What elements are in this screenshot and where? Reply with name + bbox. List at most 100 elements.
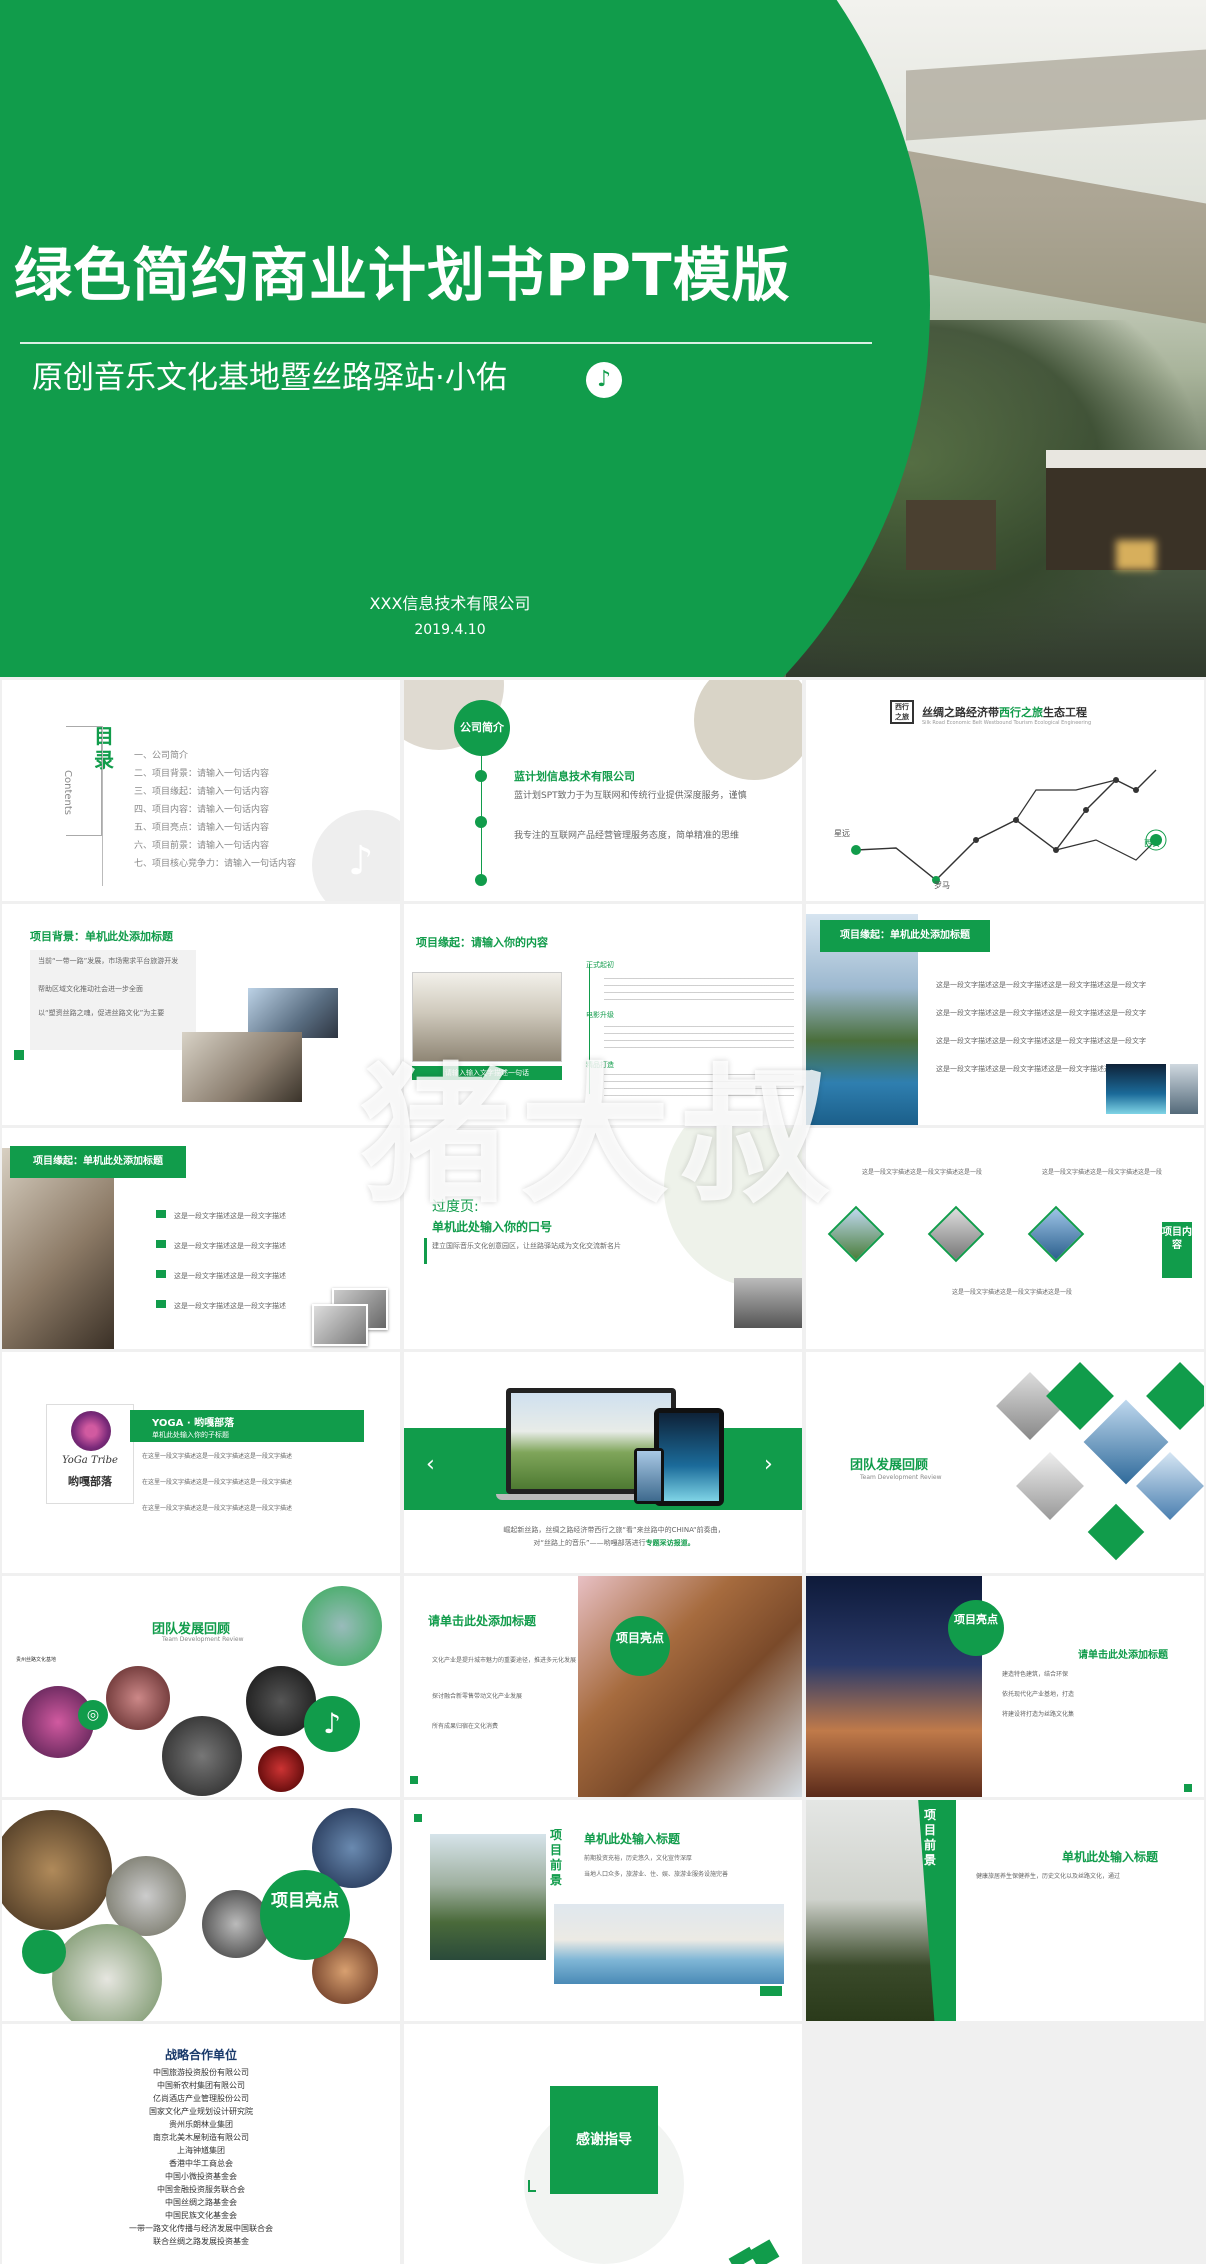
slide-project-background[interactable]: 项目背景：单机此处添加标题 当前“一带一路”发展，市场需求平台旅游开发 帮助区域…	[2, 904, 400, 1125]
slide-prospect-1[interactable]: 项目前景 单机此处输入标题 前期投资充裕，历史悠久，文化宣传深厚 当地人口众多，…	[404, 1800, 802, 2021]
partner-item: 贵州乐朗林业集团	[169, 2120, 233, 2129]
side-label: 项目前景	[924, 1808, 937, 1867]
slide-title: 项目缘起：单机此处添加标题	[10, 1146, 186, 1178]
tablet-mockup	[654, 1408, 724, 1506]
note: 这是一段文字描述这是一段文字描述这是一段	[862, 1169, 983, 1176]
slide-prospect-2[interactable]: 项目前景 单机此处输入标题 健康旅居养生保健养生，历史文化以及丝路文化，通过	[806, 1800, 1204, 2021]
slide-title: 单机此处输入标题	[584, 1832, 681, 1846]
partner-item: 香港中华工商总会	[169, 2159, 233, 2168]
slide-team-review-diamonds[interactable]: 团队发展回顾 Team Development Review	[806, 1352, 1204, 1573]
note: 这是一段文字描述这是一段文字描述这是一段	[1042, 1169, 1163, 1176]
slide-transition[interactable]: 过度页: 单机此处输入你的口号 建立国际音乐文化创意园区，让丝路驿站成为文化交流…	[404, 1128, 802, 1349]
list-row: 这是一段文字描述这是一段文字描述	[174, 1212, 286, 1220]
paragraph: 在这里一段文字描述这是一段文字描述这是一段文字描述	[142, 1505, 293, 1512]
contents-item[interactable]: 五、项目亮点：请输入一句话内容	[134, 820, 269, 833]
diamond-shape	[1087, 1503, 1145, 1561]
partner-item: 上海钟馗集团	[177, 2146, 225, 2155]
diamond-photo	[827, 1205, 885, 1263]
contents-item[interactable]: 四、项目内容：请输入一句话内容	[134, 802, 269, 815]
timeline-label: 电影升级	[586, 1011, 614, 1019]
partner-item: 中国金融投资服务联合会	[157, 2185, 245, 2194]
partner-item: 中国旅游投资股份有限公司	[153, 2068, 249, 2077]
prev-arrow-icon[interactable]: ‹	[426, 1452, 435, 1477]
slide-subtitle: Team Development Review	[860, 1474, 942, 1481]
section-badge: 公司简介	[454, 700, 510, 756]
phone-mockup	[634, 1448, 664, 1504]
slide-highlight-3[interactable]: 项目亮点	[2, 1800, 400, 2021]
paragraph: 在这里一段文字描述这是一段文字描述这是一段文字描述	[142, 1453, 293, 1460]
green-circle-shape	[0, 0, 930, 677]
diamond-photo	[927, 1205, 985, 1263]
contents-item[interactable]: 三、项目缘起：请输入一句话内容	[134, 784, 269, 797]
thumbnail	[312, 1304, 368, 1346]
title-slide[interactable]: 绿色简约商业计划书PPT模版 原创音乐文化基地暨丝路驿站·小佑 ♪ XXX信息技…	[0, 0, 1206, 677]
interior-photo	[182, 1032, 302, 1102]
slide-project-origin[interactable]: 项目缘起：请输入你的内容 请输入输入文字描述一句话 正式起初 电影升级 精品打造	[404, 904, 802, 1125]
partner-item: 亿尚酒店产业管理股份公司	[153, 2094, 249, 2103]
slide-thanks[interactable]: 感谢指导	[404, 2024, 802, 2264]
kicker: 过度页:	[432, 1199, 479, 1215]
intro-paragraph: 蓝计划SPT致力于为互联网和传统行业提供深度服务，谨慎	[514, 791, 747, 801]
bullet: 当地人口众多，旅游业、住、娱、旅游业服务设施完善	[584, 1871, 729, 1878]
paragraph: 在这里一段文字描述这是一段文字描述这是一段文字描述	[142, 1479, 293, 1486]
music-note-icon: ♪	[304, 1696, 360, 1752]
diamond-photo	[996, 1372, 1064, 1440]
partner-item: 联合丝绸之路发展投资基金	[153, 2237, 249, 2246]
contents-item[interactable]: 一、公司简介	[134, 748, 188, 761]
partner-item: 国家文化产业规划设计研究院	[149, 2107, 253, 2116]
list-row: 这是一段文字描述这是一段文字描述	[174, 1242, 286, 1250]
slide-title: 团队发展回顾	[850, 1458, 929, 1473]
caption-line: 对“丝路上的音乐”——哟嘎部落进行	[533, 1539, 646, 1547]
next-arrow-icon[interactable]: ›	[764, 1452, 773, 1477]
contents-item[interactable]: 七、项目核心竞争力：请输入一句话内容	[134, 856, 296, 869]
music-note-icon: ♪	[586, 362, 622, 398]
slide-origin-list[interactable]: 项目缘起：单机此处添加标题 这是一段文字描述这是一段文字描述 这是一段文字描述这…	[2, 1128, 400, 1349]
map-label: 星远	[834, 829, 850, 838]
company-title: 蓝计划信息技术有限公司	[514, 770, 635, 783]
partner-item: 中国民族文化基金会	[165, 2211, 237, 2220]
slide-yoga-tribe[interactable]: YoGa Tribe 哟嘎部落 YOGA · 哟嘎部落 单机此处输入你的子标题 …	[2, 1352, 400, 1573]
highlight-badge: 项目亮点	[610, 1616, 670, 1676]
route-title-accent: 西行之旅	[999, 706, 1043, 719]
divider	[20, 342, 872, 344]
contents-item[interactable]: 六、项目前景：请输入一句话内容	[134, 838, 269, 851]
route-map	[851, 769, 1167, 884]
logo-label: 贵州丝路文化基地	[16, 1657, 57, 1663]
empty-slot	[806, 2024, 1204, 2264]
slide-title: 战略合作单位	[164, 2048, 237, 2062]
music-note-icon: ♪	[312, 810, 400, 901]
route-logo: 西行之旅	[890, 700, 914, 724]
list-row: 这是一段文字描述这是一段文字描述	[174, 1302, 286, 1310]
partner-item: 一带一路文化传播与经济发展中国联合会	[129, 2224, 273, 2233]
slide-highlight-1[interactable]: 请单击此处添加标题 文化产业是提升城市魅力的重要途径，推进多元化发展 探讨融合新…	[404, 1576, 802, 1797]
side-label: 项目内容	[1162, 1222, 1192, 1278]
route-title-suffix: 生态工程	[1043, 706, 1087, 719]
slide-origin-detail[interactable]: 项目缘起：单机此处添加标题 这是一段文字描述这是一段文字描述这是一段文字描述这是…	[806, 904, 1204, 1125]
contents-item[interactable]: 二、项目背景：请输入一句话内容	[134, 766, 269, 779]
slide-project-content[interactable]: 这是一段文字描述这是一段文字描述这是一段 这是一段文字描述这是一段文字描述这是一…	[806, 1128, 1204, 1349]
paragraph: 健康旅居养生保健养生，历史文化以及丝路文化，通过	[976, 1873, 1121, 1880]
slide-title: 项目缘起：请输入你的内容	[416, 936, 548, 949]
company-name: XXX信息技术有限公司	[369, 594, 531, 613]
map-label: 西安	[1144, 839, 1160, 848]
note: 这是一段文字描述这是一段文字描述这是一段	[952, 1289, 1073, 1296]
diamond-photo	[1027, 1205, 1085, 1263]
bullet: 建造特色建筑，结合环保	[1002, 1671, 1069, 1678]
slide-highlight-2[interactable]: 项目亮点 请单击此处添加标题 建造特色建筑，结合环保 依托现代化产业基地，打造 …	[806, 1576, 1204, 1797]
building-photo	[734, 1278, 802, 1328]
paragraph: 这是一段文字描述这是一段文字描述这是一段文字描述这是一段文字	[936, 981, 1146, 989]
office-photo	[2, 1148, 114, 1349]
slide-contents[interactable]: 目录 Contents 一、公司简介 二、项目背景：请输入一句话内容 三、项目缘…	[2, 680, 400, 901]
slide-team-review-circles[interactable]: 团队发展回顾 Team Development Review 贵州丝路文化基地 …	[2, 1576, 400, 1797]
slide-title: 单机此处输入标题	[1062, 1850, 1159, 1864]
timeline-label: 正式起初	[586, 961, 614, 969]
slide-partners[interactable]: 战略合作单位 中国旅游投资股份有限公司 中国新农村集团有限公司 亿尚酒店产业管理股份…	[2, 2024, 400, 2264]
highlight-badge: 项目亮点	[948, 1600, 1004, 1656]
slide-company-intro[interactable]: 公司简介 蓝计划信息技术有限公司 蓝计划SPT致力于为互联网和传统行业提供深度服…	[404, 680, 802, 901]
caption-line: 崛起新丝路，丝绸之路经济带西行之旅“看”来丝路中的CHINA“前奏曲，	[503, 1526, 725, 1534]
diamond-shape	[1046, 1362, 1114, 1430]
yoga-logo: YoGa Tribe 哟嘎部落	[46, 1404, 134, 1504]
contents-title-en: Contents	[62, 770, 73, 815]
slide-device-gallery[interactable]: ‹ › 崛起新丝路，丝绸之路经济带西行之旅“看”来丝路中的CHINA“前奏曲， …	[404, 1352, 802, 1573]
slide-route-map[interactable]: 西行之旅 丝绸之路经济带西行之旅生态工程 Silk Road Economic …	[806, 680, 1204, 901]
